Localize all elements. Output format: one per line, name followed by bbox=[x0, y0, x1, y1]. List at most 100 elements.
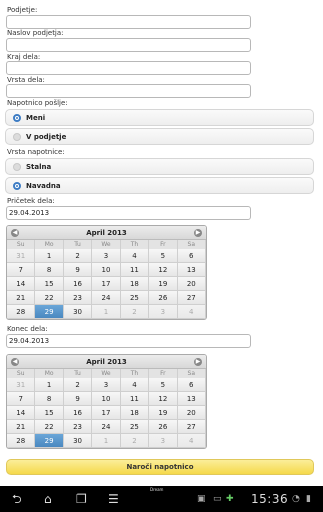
calendar-day[interactable]: 20 bbox=[177, 277, 206, 291]
calendar-day[interactable]: 20 bbox=[177, 406, 206, 420]
calendar-day[interactable]: 4 bbox=[177, 434, 206, 448]
calendar-day[interactable]: 8 bbox=[35, 392, 64, 406]
calendar-day[interactable]: 4 bbox=[177, 305, 206, 319]
calendar-day[interactable]: 2 bbox=[63, 378, 93, 392]
radio-label: Stalna bbox=[26, 163, 52, 171]
vrsta-dela-input[interactable] bbox=[6, 84, 251, 98]
calendar-day[interactable]: 26 bbox=[149, 291, 178, 305]
radio-navadna[interactable]: Navadna bbox=[5, 177, 314, 194]
calendar-day[interactable]: 25 bbox=[120, 420, 150, 434]
calendar-day[interactable]: 23 bbox=[63, 291, 93, 305]
home-icon[interactable]: ⌂ bbox=[44, 492, 52, 506]
calendar-day[interactable]: 9 bbox=[63, 263, 93, 277]
calendar-day[interactable]: 13 bbox=[177, 392, 206, 406]
calendar-day[interactable]: 27 bbox=[177, 420, 206, 434]
calendar-day[interactable]: 7 bbox=[7, 392, 36, 406]
calendar-day[interactable]: 1 bbox=[35, 249, 64, 263]
calendar-day[interactable]: 10 bbox=[92, 392, 121, 406]
weekday-header: We bbox=[92, 240, 121, 249]
calendar-day[interactable]: 12 bbox=[149, 263, 178, 277]
calendar-day[interactable]: 26 bbox=[149, 420, 178, 434]
weekday-header: Su bbox=[7, 369, 36, 378]
naslov-input[interactable] bbox=[6, 38, 251, 52]
calendar-day[interactable]: 30 bbox=[63, 434, 93, 448]
calendar-day[interactable]: 14 bbox=[7, 406, 36, 420]
vrsta-dela-label: Vrsta dela: bbox=[7, 76, 45, 84]
calendar-day[interactable]: 30 bbox=[63, 305, 93, 319]
calendar-day[interactable]: 22 bbox=[35, 291, 64, 305]
kraj-input[interactable] bbox=[6, 61, 251, 75]
calendar-day[interactable]: 19 bbox=[149, 406, 178, 420]
calendar-day[interactable]: 24 bbox=[92, 420, 121, 434]
calendar-day[interactable]: 1 bbox=[92, 434, 121, 448]
calendar-day[interactable]: 6 bbox=[177, 249, 206, 263]
pricetek-input[interactable] bbox=[6, 206, 251, 220]
back-icon[interactable]: ⮌ bbox=[12, 492, 22, 506]
calendar-day[interactable]: 15 bbox=[35, 277, 64, 291]
calendar-header: ◀ April 2013 ▶ bbox=[7, 355, 206, 369]
calendar-day[interactable]: 28 bbox=[7, 434, 36, 448]
calendar-day[interactable]: 11 bbox=[120, 392, 150, 406]
calendar-day[interactable]: 8 bbox=[35, 263, 64, 277]
calendar-day[interactable]: 3 bbox=[92, 249, 121, 263]
calendar-day[interactable]: 25 bbox=[120, 291, 150, 305]
calendar-day[interactable]: 21 bbox=[7, 420, 36, 434]
calendar-day[interactable]: 11 bbox=[120, 263, 150, 277]
calendar-day[interactable]: 18 bbox=[120, 277, 150, 291]
konec-input[interactable] bbox=[6, 334, 251, 348]
calendar-day[interactable]: 18 bbox=[120, 406, 150, 420]
calendar-day[interactable]: 7 bbox=[7, 263, 36, 277]
calendar-day[interactable]: 5 bbox=[149, 249, 178, 263]
calendar-day[interactable]: 24 bbox=[92, 291, 121, 305]
radio-v-podjetje[interactable]: V podjetje bbox=[5, 128, 314, 145]
weekday-header: Th bbox=[120, 369, 150, 378]
calendar-day[interactable]: 13 bbox=[177, 263, 206, 277]
calendar-day[interactable]: 3 bbox=[92, 378, 121, 392]
calendar-day[interactable]: 4 bbox=[120, 378, 150, 392]
calendar-day[interactable]: 22 bbox=[35, 420, 64, 434]
recent-apps-icon[interactable]: ❐ bbox=[76, 492, 87, 506]
calendar-day[interactable]: 16 bbox=[63, 406, 93, 420]
battery-icon: ▮ bbox=[306, 494, 311, 504]
menu-icon[interactable]: ☰ bbox=[108, 492, 119, 506]
radio-stalna[interactable]: Stalna bbox=[5, 158, 314, 175]
plus-icon[interactable]: ✚ bbox=[226, 494, 234, 504]
notification-icon[interactable]: ▣ bbox=[197, 494, 206, 504]
calendar-day[interactable]: 2 bbox=[120, 305, 150, 319]
calendar-day[interactable]: 21 bbox=[7, 291, 36, 305]
download-icon[interactable]: ▭ bbox=[213, 494, 222, 504]
calendar-day[interactable]: 5 bbox=[149, 378, 178, 392]
calendar-day[interactable]: 31 bbox=[7, 249, 36, 263]
calendar-day[interactable]: 23 bbox=[63, 420, 93, 434]
calendar-day[interactable]: 2 bbox=[63, 249, 93, 263]
calendar-day[interactable]: 9 bbox=[63, 392, 93, 406]
calendar-day[interactable]: 17 bbox=[92, 406, 121, 420]
calendar-day-selected[interactable]: 29 bbox=[35, 305, 64, 319]
calendar-day[interactable]: 4 bbox=[120, 249, 150, 263]
calendar-day-selected[interactable]: 29 bbox=[35, 434, 64, 448]
podjetje-label: Podjetje: bbox=[7, 6, 38, 14]
podjetje-input[interactable] bbox=[6, 15, 251, 29]
calendar-day[interactable]: 1 bbox=[35, 378, 64, 392]
calendar-day[interactable]: 1 bbox=[92, 305, 121, 319]
calendar-day[interactable]: 27 bbox=[177, 291, 206, 305]
radio-meni[interactable]: Meni bbox=[5, 109, 314, 126]
calendar-day[interactable]: 19 bbox=[149, 277, 178, 291]
next-month-icon[interactable]: ▶ bbox=[194, 229, 202, 237]
calendar-day[interactable]: 10 bbox=[92, 263, 121, 277]
calendar-day[interactable]: 31 bbox=[7, 378, 36, 392]
calendar-day[interactable]: 6 bbox=[177, 378, 206, 392]
calendar-day[interactable]: 17 bbox=[92, 277, 121, 291]
weekday-header: Fr bbox=[149, 369, 178, 378]
submit-button[interactable]: Naroči napotnico bbox=[6, 459, 314, 475]
next-month-icon[interactable]: ▶ bbox=[194, 358, 202, 366]
kraj-label: Kraj dela: bbox=[7, 53, 41, 61]
calendar-day[interactable]: 12 bbox=[149, 392, 178, 406]
calendar-day[interactable]: 3 bbox=[149, 434, 178, 448]
calendar-day[interactable]: 15 bbox=[35, 406, 64, 420]
calendar-day[interactable]: 28 bbox=[7, 305, 36, 319]
calendar-day[interactable]: 2 bbox=[120, 434, 150, 448]
calendar-day[interactable]: 3 bbox=[149, 305, 178, 319]
calendar-day[interactable]: 14 bbox=[7, 277, 36, 291]
calendar-day[interactable]: 16 bbox=[63, 277, 93, 291]
